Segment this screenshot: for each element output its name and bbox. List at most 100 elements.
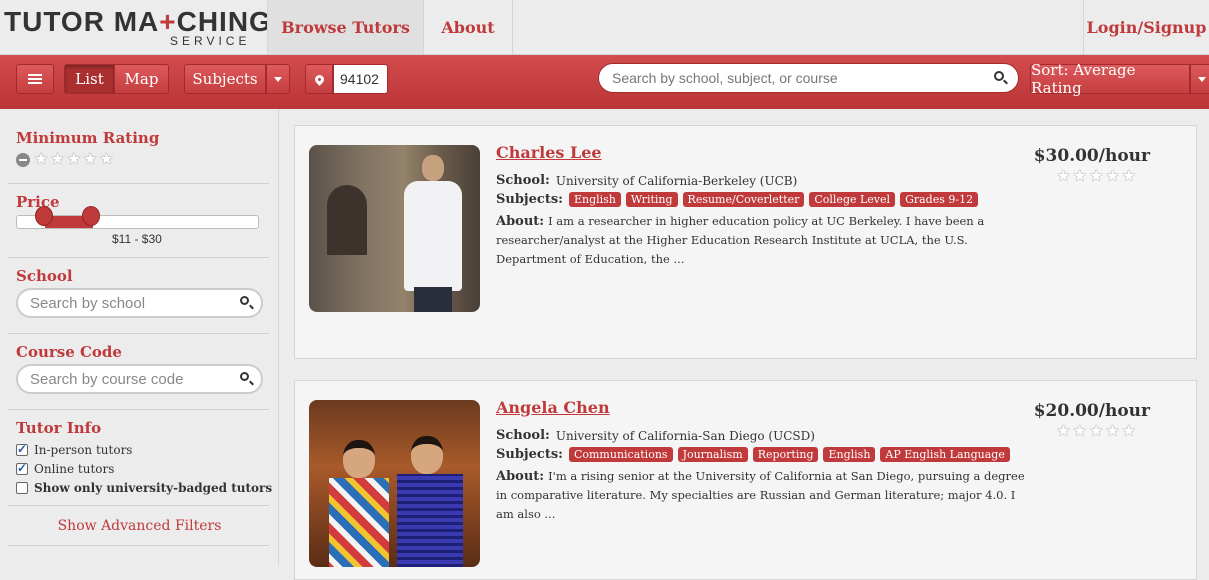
about-label: About: bbox=[496, 469, 545, 484]
school-search-input[interactable]: Search by school bbox=[16, 288, 263, 318]
tutor-photo[interactable] bbox=[309, 145, 480, 312]
subject-tag[interactable]: Grades 9-12 bbox=[900, 192, 979, 207]
badged-checkbox[interactable] bbox=[16, 482, 28, 494]
min-rating-title: Minimum Rating bbox=[16, 129, 160, 147]
tutor-about: About: I'm a rising senior at the Univers… bbox=[496, 467, 1026, 524]
sort-button[interactable]: Sort: Average Rating bbox=[1030, 61, 1190, 97]
subject-tag[interactable]: AP English Language bbox=[880, 447, 1010, 462]
clear-rating-icon[interactable] bbox=[16, 153, 30, 167]
search-icon[interactable] bbox=[240, 372, 249, 381]
star-icon: ★ bbox=[1056, 421, 1071, 440]
logo[interactable]: TUTOR MA+CHING SERVICE bbox=[0, 4, 271, 50]
course-code-input[interactable]: Search by course code bbox=[16, 364, 263, 394]
photo-background-arch bbox=[327, 185, 367, 255]
show-advanced-filters-link[interactable]: Show Advanced Filters bbox=[0, 518, 279, 534]
tutor-about-text: I am a researcher in higher education po… bbox=[496, 214, 985, 266]
price-min-handle[interactable] bbox=[35, 206, 53, 226]
tutor-school-row: School: University of California-San Die… bbox=[496, 428, 815, 443]
course-code-title: Course Code bbox=[16, 343, 122, 361]
tutor-rate: $20.00/hour bbox=[1033, 401, 1150, 421]
star-icon[interactable]: ★ bbox=[50, 151, 64, 167]
nav-browse-tutors[interactable]: Browse Tutors bbox=[267, 0, 423, 54]
menu-button[interactable] bbox=[16, 64, 54, 94]
school-label: School: bbox=[496, 428, 550, 443]
tutor-school: University of California-Berkeley (UCB) bbox=[555, 173, 798, 188]
tutor-school: University of California-San Diego (UCSD… bbox=[555, 428, 815, 443]
in-person-option[interactable]: In-person tutors bbox=[16, 442, 133, 457]
star-icon[interactable]: ★ bbox=[67, 151, 81, 167]
tutor-rating-stars: ★ ★ ★ ★ ★ bbox=[1056, 423, 1136, 439]
subject-tag[interactable]: English bbox=[823, 447, 876, 462]
star-icon: ★ bbox=[1088, 421, 1104, 440]
tutor-school-row: School: University of California-Berkele… bbox=[496, 173, 797, 188]
photo-person bbox=[397, 436, 463, 567]
tutor-name-link[interactable]: Charles Lee bbox=[496, 143, 602, 162]
subjects-dropdown-toggle[interactable] bbox=[266, 64, 290, 94]
map-pin-icon bbox=[312, 72, 326, 86]
star-icon: ★ bbox=[1056, 166, 1071, 185]
subjects-label: Subjects: bbox=[496, 192, 563, 207]
in-person-checkbox[interactable] bbox=[16, 442, 28, 456]
star-icon: ★ bbox=[1072, 166, 1087, 185]
caret-down-icon bbox=[274, 76, 282, 82]
star-icon: ★ bbox=[1105, 166, 1120, 185]
min-rating-stars[interactable]: ★ ★ ★ ★ ★ bbox=[34, 151, 114, 167]
tutor-subjects-row: Subjects: English Writing Resume/Coverle… bbox=[496, 192, 983, 207]
online-label: Online tutors bbox=[34, 462, 115, 476]
star-icon[interactable]: ★ bbox=[99, 151, 113, 167]
subject-tag[interactable]: College Level bbox=[809, 192, 896, 207]
filter-sidebar: Minimum Rating ★ ★ ★ ★ ★ Price $11 - $30 Sch… bbox=[0, 109, 279, 565]
star-icon: ★ bbox=[1121, 166, 1136, 185]
list-view-button[interactable]: List bbox=[64, 64, 115, 94]
subject-tag[interactable]: Journalism bbox=[677, 447, 748, 462]
school-label: School: bbox=[496, 173, 550, 188]
about-label: About: bbox=[496, 214, 545, 229]
online-checkbox[interactable] bbox=[16, 461, 28, 475]
badged-label: Show only university-badged tutors bbox=[34, 481, 273, 495]
star-icon[interactable]: ★ bbox=[83, 151, 97, 167]
filter-toolbar: List Map Subjects 94102 Search by school… bbox=[0, 55, 1209, 109]
school-title: School bbox=[16, 267, 73, 285]
star-icon: ★ bbox=[1072, 421, 1087, 440]
subjects-button[interactable]: Subjects bbox=[184, 64, 266, 94]
school-search-placeholder: Search by school bbox=[30, 295, 146, 312]
search-icon[interactable] bbox=[994, 71, 1004, 81]
in-person-label: In-person tutors bbox=[34, 443, 133, 457]
subject-tag[interactable]: English bbox=[568, 192, 621, 207]
tutor-card[interactable]: Charles Lee School: University of Califo… bbox=[294, 125, 1197, 359]
tutor-photo[interactable] bbox=[309, 400, 480, 567]
tutor-name-link[interactable]: Angela Chen bbox=[496, 398, 610, 417]
sort-dropdown-toggle[interactable] bbox=[1190, 64, 1209, 94]
subject-tag[interactable]: Resume/Coverletter bbox=[682, 192, 805, 207]
caret-down-icon bbox=[1198, 76, 1206, 82]
zip-code-input[interactable]: 94102 bbox=[333, 64, 388, 94]
map-view-button[interactable]: Map bbox=[115, 64, 169, 94]
divider bbox=[8, 333, 269, 334]
subjects-label: Subjects: bbox=[496, 447, 563, 462]
star-icon[interactable]: ★ bbox=[34, 151, 48, 167]
main-search-input[interactable]: Search by school, subject, or course bbox=[598, 63, 1019, 93]
tutor-about-text: I'm a rising senior at the University of… bbox=[496, 469, 1025, 521]
online-option[interactable]: Online tutors bbox=[16, 461, 115, 476]
location-button[interactable] bbox=[305, 64, 333, 94]
star-icon: ★ bbox=[1105, 421, 1120, 440]
divider bbox=[8, 257, 269, 258]
nav-login-signup[interactable]: Login/Signup bbox=[1083, 0, 1209, 54]
badged-option[interactable]: Show only university-badged tutors bbox=[16, 481, 272, 495]
tutor-card[interactable]: Angela Chen School: University of Califo… bbox=[294, 380, 1197, 580]
star-icon: ★ bbox=[1121, 421, 1136, 440]
photo-person bbox=[329, 440, 389, 567]
subject-tag[interactable]: Reporting bbox=[752, 447, 819, 462]
divider bbox=[8, 545, 269, 546]
price-max-handle[interactable] bbox=[82, 206, 100, 226]
search-icon[interactable] bbox=[240, 296, 249, 305]
nav-about[interactable]: About bbox=[423, 0, 513, 54]
tutor-about: About: I am a researcher in higher educat… bbox=[496, 212, 1026, 269]
subject-tag[interactable]: Writing bbox=[625, 192, 678, 207]
star-icon: ★ bbox=[1088, 166, 1104, 185]
search-placeholder: Search by school, subject, or course bbox=[612, 70, 838, 86]
divider bbox=[8, 183, 269, 184]
top-header: TUTOR MA+CHING SERVICE Browse Tutors Abo… bbox=[0, 0, 1209, 55]
tutor-info-title: Tutor Info bbox=[16, 419, 102, 437]
subject-tag[interactable]: Communications bbox=[568, 447, 673, 462]
